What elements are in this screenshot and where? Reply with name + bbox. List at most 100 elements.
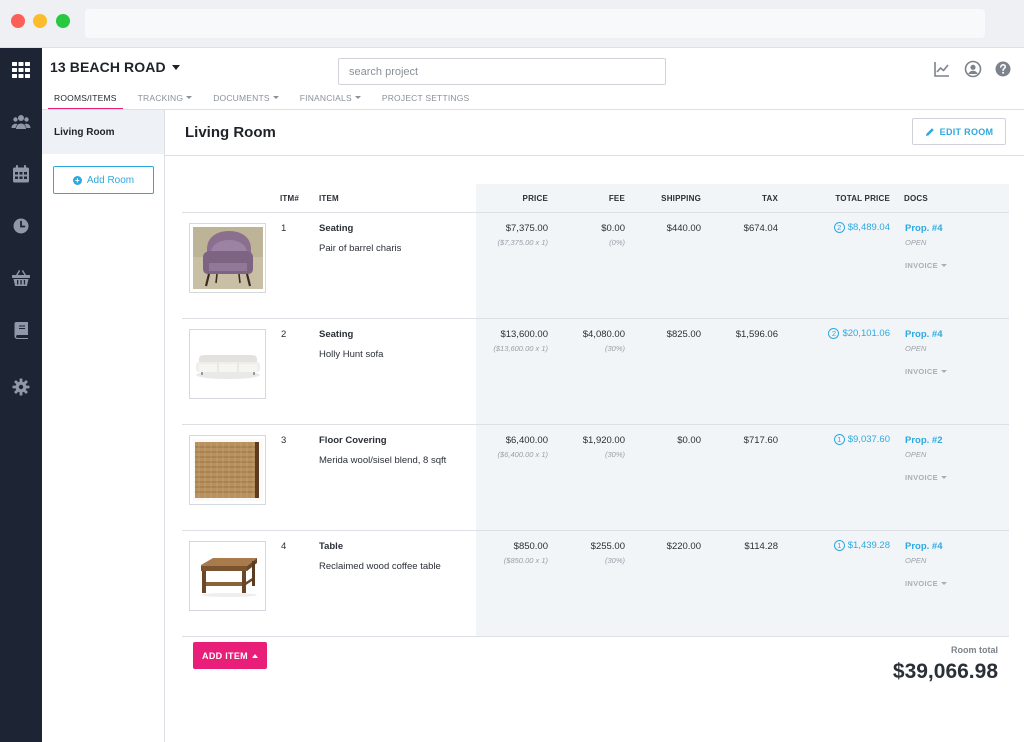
room-sidebar: Living Room + Add Room xyxy=(42,110,165,742)
item-fee-detail: (0%) xyxy=(609,238,625,247)
doc-status: OPEN xyxy=(905,344,927,353)
column-header-docs: DOCS xyxy=(904,194,928,203)
basket-icon[interactable] xyxy=(10,267,32,289)
item-price: $6,400.00 xyxy=(505,435,548,446)
item-total-value: $1,439.28 xyxy=(847,540,890,551)
invoice-label: INVOICE xyxy=(905,579,938,588)
column-header-price: PRICE xyxy=(522,194,548,203)
item-category[interactable]: Floor Covering xyxy=(319,435,387,446)
doc-link[interactable]: Prop. #2 xyxy=(905,435,943,446)
column-header-shipping: SHIPPING xyxy=(661,194,701,203)
item-total-price[interactable]: 2 $20,101.06 xyxy=(828,328,890,339)
doc-status: OPEN xyxy=(905,556,927,565)
search-input[interactable] xyxy=(338,58,666,85)
item-total-price[interactable]: 1 $1,439.28 xyxy=(833,540,890,551)
add-room-button[interactable]: + Add Room xyxy=(53,166,154,194)
window-maximize-button[interactable] xyxy=(56,14,70,28)
item-number: 1 xyxy=(281,223,287,234)
item-total-price[interactable]: 1 $9,037.60 xyxy=(833,434,890,445)
tab-rooms-items[interactable]: ROOMS/ITEMS xyxy=(48,91,123,110)
title-divider xyxy=(165,155,1024,156)
chevron-down-icon xyxy=(354,96,361,99)
user-icon[interactable] xyxy=(964,60,982,78)
project-title: 13 BEACH ROAD xyxy=(50,59,166,75)
item-total-value: $20,101.06 xyxy=(842,328,890,339)
invoice-dropdown[interactable]: INVOICE xyxy=(905,579,947,588)
item-price-detail: ($7,375.00 x 1) xyxy=(497,238,548,247)
chevron-up-icon xyxy=(251,653,258,658)
tab-documents[interactable]: DOCUMENTS xyxy=(207,91,285,110)
book-icon[interactable] xyxy=(10,319,32,341)
doc-link[interactable]: Prop. #4 xyxy=(905,223,943,234)
doc-status: OPEN xyxy=(905,450,927,459)
project-title-dropdown[interactable]: 13 BEACH ROAD xyxy=(50,59,180,75)
add-item-button[interactable]: ADD ITEM xyxy=(193,642,267,669)
window-close-button[interactable] xyxy=(11,14,25,28)
tab-project-settings[interactable]: PROJECT SETTINGS xyxy=(376,91,476,110)
item-fee-detail: (30%) xyxy=(604,556,625,565)
browser-chrome xyxy=(0,0,1024,48)
doc-status: OPEN xyxy=(905,238,927,247)
add-item-label: ADD ITEM xyxy=(202,650,248,661)
invoice-label: INVOICE xyxy=(905,261,938,270)
item-fee: $255.00 xyxy=(590,541,625,552)
item-description: Pair of barrel charis xyxy=(319,243,402,254)
item-price-detail: ($850.00 x 1) xyxy=(503,556,548,565)
item-number: 4 xyxy=(281,541,287,552)
doc-link[interactable]: Prop. #4 xyxy=(905,329,943,340)
invoice-dropdown[interactable]: INVOICE xyxy=(905,473,947,482)
pricing-columns-background xyxy=(476,184,1009,636)
item-shipping: $220.00 xyxy=(666,541,701,552)
invoice-dropdown[interactable]: INVOICE xyxy=(905,367,947,376)
invoice-dropdown[interactable]: INVOICE xyxy=(905,261,947,270)
gear-icon[interactable] xyxy=(10,376,32,398)
chevron-down-icon xyxy=(940,582,947,585)
calendar-icon[interactable] xyxy=(10,163,32,185)
tab-financials[interactable]: FINANCIALS xyxy=(294,91,367,110)
left-nav-rail xyxy=(0,48,42,742)
tab-tracking[interactable]: TRACKING xyxy=(132,91,199,110)
item-price: $13,600.00 xyxy=(500,329,548,340)
chevron-down-icon xyxy=(186,96,193,99)
item-fee: $0.00 xyxy=(601,223,625,234)
item-category[interactable]: Seating xyxy=(319,329,353,340)
doc-link[interactable]: Prop. #4 xyxy=(905,541,943,552)
item-fee-detail: (30%) xyxy=(604,344,625,353)
item-tax: $717.60 xyxy=(743,435,778,446)
item-total-price[interactable]: 2 $8,489.04 xyxy=(833,222,890,233)
item-description: Holly Hunt sofa xyxy=(319,349,384,360)
people-icon[interactable] xyxy=(10,111,32,133)
room-total-label: Room total xyxy=(951,645,998,655)
item-category[interactable]: Seating xyxy=(319,223,353,234)
room-total-value: $39,066.98 xyxy=(892,660,998,683)
barrel-chair-image xyxy=(189,223,266,293)
chart-icon[interactable] xyxy=(933,60,951,78)
window-minimize-button[interactable] xyxy=(33,14,47,28)
item-category[interactable]: Table xyxy=(319,541,343,552)
item-description: Merida wool/sisel blend, 8 sqft xyxy=(319,455,447,466)
edit-room-label: EDIT ROOM xyxy=(939,126,994,137)
chevron-down-icon xyxy=(272,96,279,99)
help-icon[interactable] xyxy=(994,60,1012,78)
chevron-down-icon xyxy=(940,476,947,479)
item-total-value: $8,489.04 xyxy=(847,222,890,233)
invoice-label: INVOICE xyxy=(905,367,938,376)
doc-count-badge: 1 xyxy=(833,540,845,551)
apps-grid-icon[interactable] xyxy=(10,59,32,81)
item-fee: $4,080.00 xyxy=(582,329,625,340)
column-header-item: ITEM xyxy=(319,194,339,203)
address-bar[interactable] xyxy=(85,9,985,38)
row-divider xyxy=(182,636,1009,637)
item-fee-detail: (30%) xyxy=(604,450,625,459)
item-shipping: $0.00 xyxy=(677,435,701,446)
item-tax: $674.04 xyxy=(743,223,778,234)
page-title: Living Room xyxy=(185,124,276,141)
edit-room-button[interactable]: EDIT ROOM xyxy=(912,118,1006,145)
clock-icon[interactable] xyxy=(10,215,32,237)
sofa-image xyxy=(189,329,266,399)
item-price-detail: ($13,600.00 x 1) xyxy=(493,344,548,353)
row-divider xyxy=(182,424,1009,425)
item-price: $850.00 xyxy=(513,541,548,552)
item-price: $7,375.00 xyxy=(505,223,548,234)
sidebar-item-living-room[interactable]: Living Room xyxy=(42,110,164,154)
